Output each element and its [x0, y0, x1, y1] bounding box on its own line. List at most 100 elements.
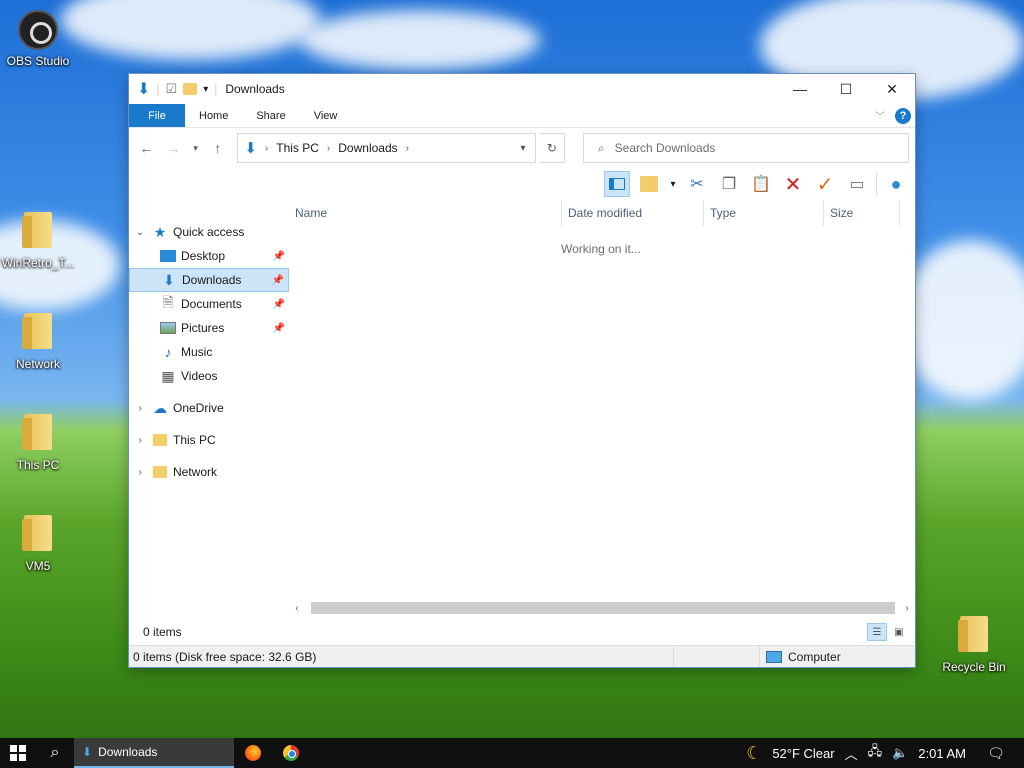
nav-desktop[interactable]: Desktop 📌 — [129, 244, 289, 268]
pin-icon[interactable]: 📌 — [273, 323, 285, 334]
nav-label: Videos — [181, 369, 218, 383]
chevron-up-icon[interactable]: ︿ — [845, 744, 858, 763]
large-icons-view-icon[interactable]: ▣ — [889, 623, 909, 641]
nav-onedrive[interactable]: › ☁ OneDrive — [129, 396, 289, 420]
new-folder-icon[interactable] — [183, 83, 198, 95]
nav-quick-access[interactable]: ⌄ ★ Quick access — [129, 220, 289, 244]
start-button[interactable] — [0, 738, 36, 768]
column-name[interactable]: Name — [289, 200, 562, 226]
folder-icon — [151, 432, 169, 448]
desktop-icon-recycle-bin[interactable]: Recycle Bin — [936, 616, 1012, 674]
nav-label: Network — [173, 465, 218, 479]
scroll-left-icon[interactable]: ‹ — [289, 603, 305, 614]
document-icon: 🗎 — [162, 294, 174, 310]
chevron-right-icon: › — [326, 142, 331, 154]
recent-locations-icon[interactable]: ▾ — [189, 136, 202, 160]
search-input[interactable]: ⌕ Search Downloads — [582, 133, 909, 163]
taskbar-firefox[interactable] — [234, 738, 272, 768]
command-toolbar: ▾ ✂ ❐ 📋 ✕ ✓ ▭ ● — [129, 168, 915, 200]
column-date-modified[interactable]: Date modified — [562, 200, 704, 226]
picture-icon — [159, 320, 177, 336]
nav-videos[interactable]: ▦ Videos — [129, 364, 289, 388]
nav-label: OneDrive — [173, 401, 224, 415]
search-placeholder: Search Downloads — [614, 141, 716, 155]
notification-icon[interactable]: 🗨 — [976, 745, 1016, 762]
nav-network[interactable]: › Network — [129, 460, 289, 484]
nav-downloads[interactable]: ⬇ Downloads 📌 — [129, 268, 289, 292]
scroll-right-icon[interactable]: › — [899, 603, 915, 614]
chevron-down-icon[interactable]: ⌄ — [129, 227, 151, 238]
scrollbar-thumb[interactable] — [311, 602, 895, 614]
file-folder-icon — [22, 212, 52, 248]
folder-icon — [22, 515, 52, 551]
tab-view[interactable]: View — [300, 104, 352, 127]
column-type[interactable]: Type — [704, 200, 824, 226]
close-button[interactable]: ✕ — [869, 74, 915, 104]
search-icon[interactable]: ⌕ — [36, 738, 74, 768]
pin-icon[interactable]: 📌 — [273, 299, 285, 310]
nav-label: This PC — [173, 433, 216, 447]
nav-this-pc[interactable]: › This PC — [129, 428, 289, 452]
chevron-right-icon[interactable]: › — [406, 143, 409, 154]
network-icon[interactable]: 🖧 — [868, 742, 883, 764]
title-bar[interactable]: ⬇ | ☑ ▾ | Downloads — ☐ ✕ — [129, 74, 915, 104]
maximize-button[interactable]: ☐ — [823, 74, 869, 104]
download-arrow-icon: ⬇ — [137, 81, 151, 98]
details-view-icon[interactable]: ☰ — [867, 623, 887, 641]
customize-toolbar-icon[interactable]: ▾ — [203, 84, 208, 95]
nav-documents[interactable]: 🗎 Documents 📌 — [129, 292, 289, 316]
desktop-icon-obs[interactable]: OBS Studio — [0, 10, 76, 68]
breadcrumb-downloads[interactable]: Downloads — [338, 141, 397, 155]
loading-text: Working on it... — [561, 242, 641, 256]
properties-icon[interactable]: ▭ — [844, 171, 870, 197]
desktop-icon-this-pc[interactable]: This PC — [0, 414, 76, 472]
chevron-right-icon[interactable]: › — [129, 403, 151, 414]
cut-icon[interactable]: ✂ — [684, 171, 710, 197]
up-button[interactable]: ↑ — [206, 136, 229, 160]
chevron-right-icon[interactable]: › — [129, 467, 151, 478]
forward-button[interactable]: → — [162, 136, 185, 160]
disk-space-status: 0 items (Disk free space: 32.6 GB) — [129, 646, 674, 667]
address-dropdown-icon[interactable]: ▾ — [511, 143, 535, 154]
tab-file[interactable]: File — [129, 104, 185, 127]
tab-share[interactable]: Share — [242, 104, 299, 127]
download-arrow-icon: ⬇ — [163, 271, 175, 288]
navigation-pane-icon[interactable] — [604, 171, 630, 197]
tab-home[interactable]: Home — [185, 104, 242, 127]
horizontal-scrollbar[interactable]: ‹ › — [289, 600, 915, 616]
weather-text[interactable]: 52°F Clear — [772, 746, 834, 761]
volume-icon[interactable]: 🔈 — [892, 745, 908, 761]
pin-icon[interactable]: 📌 — [273, 251, 285, 262]
back-button[interactable]: ← — [135, 136, 158, 160]
music-note-icon: ♪ — [164, 344, 172, 360]
address-bar[interactable]: ⬇ › This PC › Downloads › ▾ — [237, 133, 536, 163]
desktop-icon-label: Recycle Bin — [942, 660, 1006, 674]
help-icon[interactable]: ? — [895, 107, 911, 124]
taskbar-app-downloads[interactable]: ⬇ Downloads — [74, 738, 234, 768]
file-list[interactable]: Name Date modified Type Size Working on … — [289, 200, 915, 616]
copy-icon[interactable]: ❐ — [716, 171, 742, 197]
moon-icon[interactable]: ☾ — [746, 743, 762, 764]
nav-pictures[interactable]: Pictures 📌 — [129, 316, 289, 340]
desktop-icon-vm5[interactable]: VM5 — [0, 515, 76, 573]
breadcrumb-this-pc[interactable]: This PC — [276, 141, 319, 155]
paste-icon[interactable]: 📋 — [748, 171, 774, 197]
column-size[interactable]: Size — [824, 200, 900, 226]
desktop-icon-winretro[interactable]: WinRetro_T... — [0, 212, 76, 270]
new-folder-dropdown-icon[interactable]: ▾ — [668, 171, 678, 197]
folder-icon — [22, 313, 52, 349]
expand-ribbon-icon[interactable]: ﹀ — [875, 108, 885, 123]
network-globe-icon[interactable]: ● — [883, 171, 909, 197]
desktop-icon-network[interactable]: Network — [0, 313, 76, 371]
chevron-right-icon[interactable]: › — [129, 435, 151, 446]
rename-icon[interactable]: ✓ — [812, 171, 838, 197]
pin-icon[interactable]: 📌 — [272, 275, 284, 286]
taskbar-chrome[interactable] — [272, 738, 310, 768]
properties-icon[interactable]: ☑ — [166, 81, 178, 97]
delete-icon[interactable]: ✕ — [780, 171, 806, 197]
refresh-button[interactable]: ↻ — [540, 133, 565, 163]
new-folder-icon[interactable] — [636, 171, 662, 197]
nav-music[interactable]: ♪ Music — [129, 340, 289, 364]
clock[interactable]: 2:01 AM — [918, 746, 966, 761]
minimize-button[interactable]: — — [777, 74, 823, 104]
